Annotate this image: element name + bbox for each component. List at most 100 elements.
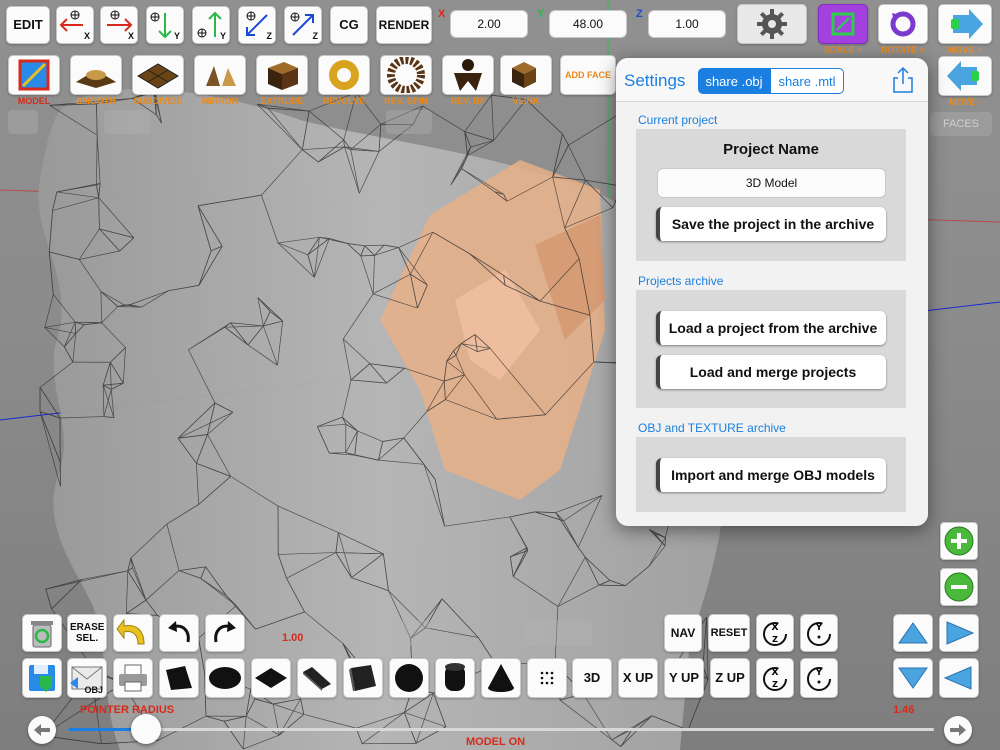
- obj-archive-header: OBJ and TEXTURE archive: [638, 421, 786, 435]
- faces-field: FACES: [930, 112, 992, 136]
- move-z-pos-button[interactable]: Z: [284, 6, 322, 44]
- mirror-label: MIRROR: [201, 96, 239, 106]
- sphere-primitive-button[interactable]: [389, 658, 429, 698]
- zoom-out-button[interactable]: [940, 568, 978, 606]
- move-down-button[interactable]: [893, 658, 933, 698]
- y-up-button[interactable]: Y UP: [664, 658, 704, 698]
- scale-plus-button[interactable]: [818, 4, 868, 44]
- points-button[interactable]: [527, 658, 567, 698]
- x-up-button[interactable]: X UP: [618, 658, 658, 698]
- edit-button[interactable]: EDIT: [6, 6, 50, 44]
- mesh-edge: [470, 140, 494, 148]
- share-button[interactable]: [892, 66, 914, 94]
- reset-button[interactable]: RESET: [708, 614, 750, 652]
- merge-projects-button[interactable]: Load and merge projects: [656, 355, 886, 389]
- subdivide-tool-button[interactable]: [132, 55, 184, 95]
- ghost-field: [386, 110, 432, 134]
- undo-button[interactable]: [159, 614, 199, 652]
- load-project-button[interactable]: Load a project from the archive: [656, 311, 886, 345]
- y-value-field[interactable]: 48.00: [549, 10, 627, 38]
- triangle-down-icon: [898, 667, 928, 689]
- square-primitive-button[interactable]: [251, 658, 291, 698]
- mesh-edge: [552, 133, 563, 178]
- plane-primitive-button[interactable]: [159, 658, 199, 698]
- reset-label: RESET: [710, 627, 748, 639]
- move-x-pos-button[interactable]: X: [100, 6, 138, 44]
- share-obj-label: share .obj: [705, 73, 763, 89]
- vlink-tool-button[interactable]: [500, 55, 552, 95]
- cone-primitive-button[interactable]: [481, 658, 521, 698]
- trash-button[interactable]: [22, 614, 62, 652]
- cylinder-primitive-button[interactable]: [435, 658, 475, 698]
- svg-text:Y: Y: [815, 668, 823, 678]
- import-obj-button[interactable]: Import and merge OBJ models: [656, 458, 886, 492]
- move-z-neg-button[interactable]: Z: [238, 6, 276, 44]
- cg-label: CG: [339, 17, 359, 32]
- move-right-button[interactable]: [939, 614, 979, 652]
- rotate-xz-button-2[interactable]: XZ: [756, 658, 794, 698]
- slider-left-button[interactable]: [28, 716, 56, 744]
- rotate-plus-button[interactable]: [878, 4, 928, 44]
- model-tool-button[interactable]: [8, 55, 60, 95]
- rotate-xz-button[interactable]: XZ: [756, 614, 794, 652]
- extrude-icon: [268, 62, 298, 90]
- print-button[interactable]: [113, 658, 153, 698]
- nav-button[interactable]: NAV: [664, 614, 702, 652]
- share-obj-tab[interactable]: share .obj: [698, 68, 770, 94]
- sphere-icon: [395, 664, 423, 692]
- y-field-label: Y: [537, 8, 545, 20]
- move-up-button[interactable]: [893, 614, 933, 652]
- settings-gear-button[interactable]: [737, 4, 807, 44]
- revolve-tool-button[interactable]: [318, 55, 370, 95]
- svg-text:Z: Z: [772, 635, 778, 644]
- add-face-button[interactable]: ADD FACE: [560, 55, 616, 95]
- save-button[interactable]: [22, 658, 62, 698]
- obj-mail-button[interactable]: OBJ: [67, 658, 107, 698]
- zoom-in-button[interactable]: [940, 522, 978, 560]
- undo-all-button[interactable]: [113, 614, 153, 652]
- mesh-edge: [45, 589, 52, 609]
- rev-bf-label: REV. BF: [450, 96, 486, 106]
- triangle-right-icon: [946, 621, 975, 645]
- smooth-label: SMOOTH: [76, 96, 116, 106]
- mirror-tool-button[interactable]: [194, 55, 246, 95]
- redo-button[interactable]: [205, 614, 245, 652]
- rev-bf-tool-button[interactable]: [442, 55, 494, 95]
- z-value-field[interactable]: 1.00: [648, 10, 726, 38]
- move-minus-button[interactable]: [938, 56, 992, 96]
- render-button[interactable]: RENDER: [376, 6, 432, 44]
- 3d-view-button[interactable]: 3D: [572, 658, 612, 698]
- plus-circle-icon: [944, 526, 974, 556]
- z-up-button[interactable]: Z UP: [710, 658, 750, 698]
- extrude-tool-button[interactable]: [256, 55, 308, 95]
- move-y-pos-button[interactable]: Y: [192, 6, 230, 44]
- ghost-field: [104, 110, 150, 134]
- axis-label-x1: X: [83, 31, 90, 41]
- faces-label: FACES: [942, 118, 980, 130]
- rev-spin-tool-button[interactable]: [380, 55, 432, 95]
- move-plus-button[interactable]: [938, 4, 992, 44]
- box-primitive-button[interactable]: [297, 658, 337, 698]
- pointer-radius-slider-thumb[interactable]: [130, 714, 161, 744]
- move-x-neg-button[interactable]: X: [56, 6, 94, 44]
- ghost-field: [350, 620, 430, 646]
- mesh-edge: [562, 133, 569, 146]
- cube-primitive-button[interactable]: [343, 658, 383, 698]
- disc-primitive-button[interactable]: [205, 658, 245, 698]
- save-project-button[interactable]: Save the project in the archive: [656, 207, 886, 241]
- curved-undo-icon: [116, 618, 145, 645]
- move-y-neg-button[interactable]: Y: [146, 6, 184, 44]
- rotate-y-button[interactable]: Y: [800, 614, 838, 652]
- erase-selection-button[interactable]: ERASE SEL.: [67, 614, 107, 652]
- smooth-tool-button[interactable]: [70, 55, 122, 95]
- z-value: 1.00: [675, 17, 699, 31]
- cg-button[interactable]: CG: [330, 6, 368, 44]
- rotate-y-button-2[interactable]: Y: [800, 658, 838, 698]
- obj-label: OBJ: [84, 685, 103, 695]
- slider-right-button[interactable]: [944, 716, 972, 744]
- x-value-field[interactable]: 2.00: [450, 10, 528, 38]
- share-mtl-tab[interactable]: share .mtl: [770, 68, 844, 94]
- project-name-field[interactable]: 3D Model: [657, 168, 886, 198]
- pointer-radius-slider-track[interactable]: [68, 728, 934, 731]
- move-left-button[interactable]: [939, 658, 979, 698]
